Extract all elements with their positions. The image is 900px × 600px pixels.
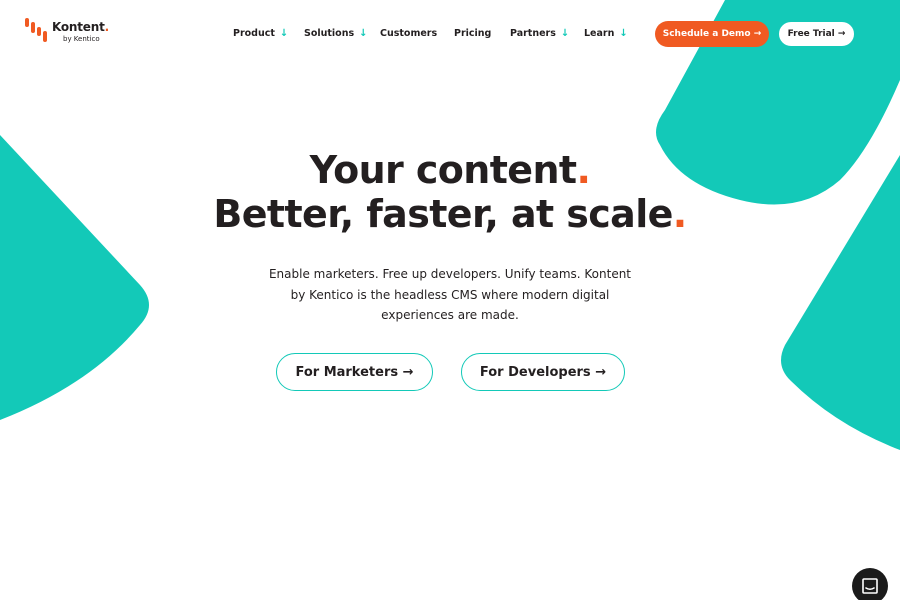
schedule-demo-button[interactable]: Schedule a Demo →: [655, 21, 769, 47]
decorative-teal-shape-left: [0, 135, 149, 420]
nav-item-product[interactable]: Product ↓: [233, 28, 288, 39]
arrow-down-icon: ↓: [619, 28, 628, 39]
hero-headline: Your content. Better, faster, at scale.: [150, 148, 750, 236]
logo-subtitle: by Kentico: [63, 35, 100, 43]
logo-wordmark: Kontent.: [52, 20, 109, 34]
page: Kontent. by Kentico Product ↓ Solutions ↓ …: [0, 0, 900, 600]
free-trial-button[interactable]: Free Trial →: [778, 21, 855, 47]
chat-bubble-icon: [862, 578, 878, 594]
for-marketers-button[interactable]: For Marketers →: [276, 353, 433, 391]
arrow-down-icon: ↓: [279, 28, 289, 39]
for-developers-button[interactable]: For Developers →: [461, 353, 625, 391]
hero-headline-line-1: Your content.: [309, 148, 591, 192]
chat-widget-button[interactable]: [852, 568, 888, 600]
nav-item-learn[interactable]: Learn ↓: [584, 28, 628, 39]
arrow-down-icon: ↓: [359, 28, 368, 39]
nav-item-customers[interactable]: Customers: [380, 28, 437, 39]
nav-item-pricing[interactable]: Pricing: [454, 28, 491, 39]
nav-item-solutions[interactable]: Solutions ↓: [304, 28, 368, 39]
hero-description: Enable marketers. Free up developers. Un…: [268, 267, 632, 322]
hero-headline-line-2: Better, faster, at scale.: [213, 192, 687, 236]
nav-item-partners[interactable]: Partners ↓: [510, 28, 569, 39]
kontent-logo[interactable]: Kontent. by Kentico: [25, 18, 115, 48]
kontent-logo-icon: [25, 18, 47, 42]
decorative-teal-shape-right-bottom: [781, 155, 900, 450]
arrow-down-icon: ↓: [560, 28, 570, 39]
site-header: Kontent. by Kentico Product ↓ Solutions ↓ …: [0, 0, 900, 62]
